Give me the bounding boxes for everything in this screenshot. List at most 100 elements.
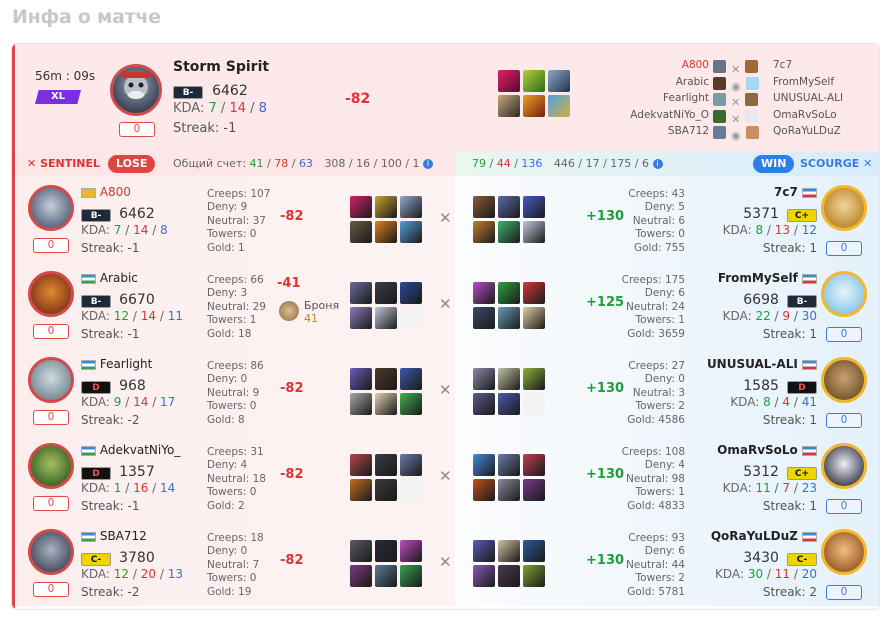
item-icon[interactable] xyxy=(400,368,422,390)
item-icon[interactable] xyxy=(400,565,422,587)
item-icon[interactable] xyxy=(523,70,545,92)
item-icon[interactable] xyxy=(473,196,495,218)
item-icon[interactable] xyxy=(473,368,495,390)
item-icon[interactable] xyxy=(350,368,372,390)
hero-avatar[interactable] xyxy=(110,64,162,116)
item-icon[interactable] xyxy=(523,95,545,117)
item-icon[interactable] xyxy=(350,565,372,587)
item-icon[interactable] xyxy=(400,221,422,243)
item-icon[interactable] xyxy=(400,282,422,304)
item-icon[interactable] xyxy=(400,196,422,218)
info-icon[interactable]: i xyxy=(652,159,663,169)
left-player-name[interactable]: Fearlight xyxy=(81,357,152,371)
right-player-name[interactable]: OmaRvSoLo xyxy=(717,443,817,457)
left-hero-avatar[interactable] xyxy=(28,357,74,403)
item-icon[interactable] xyxy=(473,540,495,562)
item-icon[interactable] xyxy=(523,196,545,218)
left-player-name[interactable]: AdekvatNiYo_ xyxy=(81,443,180,457)
left-hero-avatar[interactable] xyxy=(28,185,74,231)
roster-right-name[interactable]: QoRaYuLDuZ xyxy=(773,123,879,140)
item-icon[interactable] xyxy=(498,282,520,304)
item-icon[interactable] xyxy=(548,95,570,117)
page-title: Инфа о матче xyxy=(12,6,161,28)
roster-left-name[interactable]: SBA712 xyxy=(575,123,709,140)
item-icon[interactable] xyxy=(548,70,570,92)
right-player-name[interactable]: UNUSUAL-ALI xyxy=(707,357,817,371)
item-icon[interactable] xyxy=(375,282,397,304)
item-icon[interactable] xyxy=(523,282,545,304)
item-icon[interactable] xyxy=(498,479,520,501)
item-icon[interactable] xyxy=(498,95,520,117)
rating: 6698 xyxy=(743,292,779,308)
item-icon[interactable] xyxy=(523,307,545,329)
item-icon[interactable] xyxy=(498,540,520,562)
item-icon[interactable] xyxy=(523,565,545,587)
left-hero-avatar[interactable] xyxy=(28,443,74,489)
roster-left-name[interactable]: Arabic xyxy=(575,74,709,91)
item-icon[interactable] xyxy=(375,307,397,329)
item-icon[interactable] xyxy=(473,221,495,243)
left-hero-avatar[interactable] xyxy=(28,529,74,575)
item-icon[interactable] xyxy=(498,393,520,415)
name-text: AdekvatNiYo_ xyxy=(99,443,181,457)
roster-left-name[interactable]: A800 xyxy=(575,57,709,74)
item-icon[interactable] xyxy=(350,221,372,243)
right-hero-avatar[interactable] xyxy=(821,271,867,317)
item-icon[interactable] xyxy=(375,454,397,476)
item-icon[interactable] xyxy=(375,393,397,415)
right-player-name[interactable]: 7c7 xyxy=(774,185,817,199)
item-icon[interactable] xyxy=(350,454,372,476)
item-icon[interactable] xyxy=(523,540,545,562)
item-icon[interactable] xyxy=(498,70,520,92)
item-icon[interactable] xyxy=(350,540,372,562)
item-icon[interactable] xyxy=(375,221,397,243)
item-icon[interactable] xyxy=(350,479,372,501)
item-icon[interactable] xyxy=(498,221,520,243)
item-icon[interactable] xyxy=(473,282,495,304)
item-icon[interactable] xyxy=(473,393,495,415)
item-icon[interactable] xyxy=(400,454,422,476)
item-icon[interactable] xyxy=(498,307,520,329)
item-icon[interactable] xyxy=(375,368,397,390)
right-hero-avatar[interactable] xyxy=(821,185,867,231)
item-icon[interactable] xyxy=(375,196,397,218)
roster-right-name[interactable]: UNUSUAL-ALI xyxy=(773,90,879,107)
item-icon[interactable] xyxy=(473,307,495,329)
item-icon[interactable] xyxy=(400,393,422,415)
roster-left-name[interactable]: AdekvatNiYo_O xyxy=(575,107,709,124)
item-icon[interactable] xyxy=(375,540,397,562)
item-icon[interactable] xyxy=(498,196,520,218)
item-icon[interactable] xyxy=(473,454,495,476)
item-icon[interactable] xyxy=(350,282,372,304)
roster-right-name[interactable]: OmaRvSoLo xyxy=(773,107,879,124)
item-icon[interactable] xyxy=(523,221,545,243)
item-icon[interactable] xyxy=(350,196,372,218)
item-icon[interactable] xyxy=(498,368,520,390)
right-player-name[interactable]: FromMySelf xyxy=(718,271,817,285)
info-icon[interactable]: i xyxy=(423,159,434,169)
item-icon[interactable] xyxy=(523,454,545,476)
right-hero-avatar[interactable] xyxy=(821,443,867,489)
item-icon[interactable] xyxy=(523,368,545,390)
roster-right-name[interactable]: 7c7 xyxy=(773,57,879,74)
right-player-name[interactable]: QoRaYuLDuZ xyxy=(711,529,817,543)
item-icon[interactable] xyxy=(473,565,495,587)
left-hero-avatar[interactable] xyxy=(28,271,74,317)
item-icon[interactable] xyxy=(350,307,372,329)
item-icon[interactable] xyxy=(473,479,495,501)
armor-icon xyxy=(279,301,299,321)
item-icon[interactable] xyxy=(375,565,397,587)
item-icon[interactable] xyxy=(400,540,422,562)
item-icon[interactable] xyxy=(523,479,545,501)
right-hero-avatar[interactable] xyxy=(821,357,867,403)
roster-left-name[interactable]: Fearlight xyxy=(575,90,709,107)
left-player-name[interactable]: A800 xyxy=(81,185,131,199)
right-hero-avatar[interactable] xyxy=(821,529,867,575)
item-icon[interactable] xyxy=(375,479,397,501)
left-player-name[interactable]: Arabic xyxy=(81,271,138,285)
item-icon[interactable] xyxy=(498,454,520,476)
roster-right-name[interactable]: FromMySelf xyxy=(773,74,879,91)
item-icon[interactable] xyxy=(350,393,372,415)
left-player-name[interactable]: SBA712 xyxy=(81,529,147,543)
item-icon[interactable] xyxy=(498,565,520,587)
